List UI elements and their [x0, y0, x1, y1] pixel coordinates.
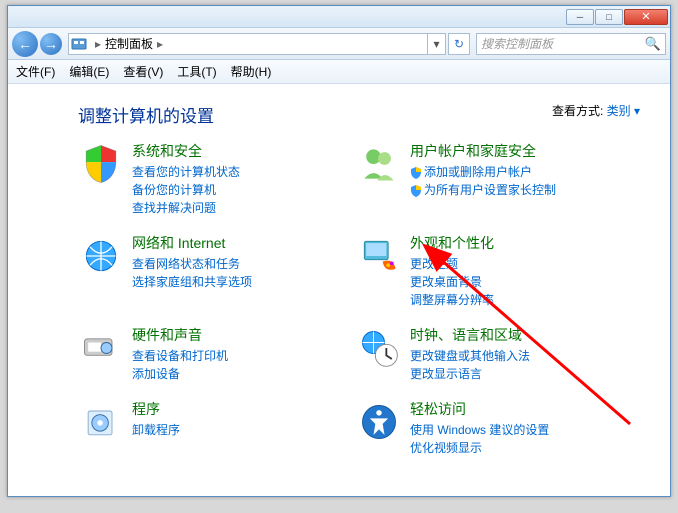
programs-icon — [78, 399, 124, 445]
breadcrumb-sep: ▸ — [91, 37, 105, 51]
category-link[interactable]: 更改主题 — [410, 255, 494, 273]
titlebar: ─ □ ✕ — [8, 6, 670, 28]
category-link[interactable]: 备份您的计算机 — [132, 181, 240, 199]
category-link[interactable]: 卸载程序 — [132, 421, 180, 439]
menubar: 文件(F) 编辑(E) 查看(V) 工具(T) 帮助(H) — [8, 60, 670, 84]
category-link[interactable]: 添加设备 — [132, 365, 228, 383]
category-link[interactable]: 优化视频显示 — [410, 439, 549, 457]
ease-icon — [356, 399, 402, 445]
category-link[interactable]: 查看网络状态和任务 — [132, 255, 252, 273]
network-icon — [78, 233, 124, 279]
category-title[interactable]: 外观和个性化 — [410, 233, 494, 253]
category-title[interactable]: 时钟、语言和区域 — [410, 325, 530, 345]
breadcrumb-location: 控制面板 — [105, 35, 153, 52]
minimize-button[interactable]: ─ — [566, 9, 594, 25]
category-link[interactable]: 查看您的计算机状态 — [132, 163, 240, 181]
search-input[interactable] — [481, 37, 645, 51]
category-link[interactable]: 为所有用户设置家长控制 — [410, 181, 556, 199]
back-button[interactable]: ← — [12, 31, 38, 57]
category-clock: 时钟、语言和区域 更改键盘或其他输入法 更改显示语言 — [356, 325, 616, 383]
category-link[interactable]: 调整屏幕分辨率 — [410, 291, 494, 309]
category-link[interactable]: 更改显示语言 — [410, 365, 530, 383]
navbar: ← → ▸ 控制面板 ▸ ▾ ↻ 🔍 — [8, 28, 670, 60]
shield-icon — [410, 184, 422, 196]
category-title[interactable]: 系统和安全 — [132, 141, 240, 161]
category-grid: 系统和安全 查看您的计算机状态 备份您的计算机 查找并解决问题 用户帐户和家庭安… — [78, 141, 640, 465]
category-title[interactable]: 用户帐户和家庭安全 — [410, 141, 556, 161]
category-user-accounts: 用户帐户和家庭安全 添加或删除用户帐户 为所有用户设置家长控制 — [356, 141, 616, 217]
category-link[interactable]: 查找并解决问题 — [132, 199, 240, 217]
content-area: 调整计算机的设置 查看方式: 类别 ▾ 系统和安全 查看您的计算机状态 备份您的… — [8, 84, 670, 496]
breadcrumb[interactable]: ▸ 控制面板 ▸ — [68, 33, 428, 55]
clock-icon — [356, 325, 402, 371]
category-link[interactable]: 选择家庭组和共享选项 — [132, 273, 252, 291]
category-link[interactable]: 添加或删除用户帐户 — [410, 163, 556, 181]
menu-file[interactable]: 文件(F) — [16, 63, 55, 80]
category-title[interactable]: 轻松访问 — [410, 399, 549, 419]
menu-help[interactable]: 帮助(H) — [231, 63, 272, 80]
menu-view[interactable]: 查看(V) — [123, 63, 163, 80]
forward-button[interactable]: → — [40, 33, 62, 55]
viewby-label: 查看方式: — [552, 104, 603, 118]
category-link[interactable]: 更改桌面背景 — [410, 273, 494, 291]
category-title[interactable]: 硬件和声音 — [132, 325, 228, 345]
category-link[interactable]: 查看设备和打印机 — [132, 347, 228, 365]
refresh-button[interactable]: ↻ — [448, 33, 470, 55]
user-accounts-icon — [356, 141, 402, 187]
category-appearance: 外观和个性化 更改主题 更改桌面背景 调整屏幕分辨率 — [356, 233, 616, 309]
category-system-security: 系统和安全 查看您的计算机状态 备份您的计算机 查找并解决问题 — [78, 141, 338, 217]
close-button[interactable]: ✕ — [624, 9, 668, 25]
control-panel-window: ─ □ ✕ ← → ▸ 控制面板 ▸ ▾ ↻ 🔍 文件(F) 编辑(E) 查看(… — [7, 5, 671, 497]
menu-tools[interactable]: 工具(T) — [177, 63, 216, 80]
control-panel-icon — [71, 36, 87, 52]
search-icon[interactable]: 🔍 — [645, 36, 661, 52]
maximize-button[interactable]: □ — [595, 9, 623, 25]
searchbox[interactable]: 🔍 — [476, 33, 666, 55]
system-security-icon — [78, 141, 124, 187]
category-title[interactable]: 程序 — [132, 399, 180, 419]
shield-icon — [410, 166, 422, 178]
breadcrumb-sep2: ▸ — [153, 37, 167, 51]
appearance-icon — [356, 233, 402, 279]
breadcrumb-dropdown[interactable]: ▾ — [428, 33, 446, 55]
category-ease: 轻松访问 使用 Windows 建议的设置 优化视频显示 — [356, 399, 616, 457]
menu-edit[interactable]: 编辑(E) — [69, 63, 109, 80]
category-programs: 程序 卸载程序 — [78, 399, 338, 457]
category-title[interactable]: 网络和 Internet — [132, 233, 252, 253]
category-link[interactable]: 更改键盘或其他输入法 — [410, 347, 530, 365]
view-by: 查看方式: 类别 ▾ — [552, 102, 640, 119]
hardware-icon — [78, 325, 124, 371]
category-hardware: 硬件和声音 查看设备和打印机 添加设备 — [78, 325, 338, 383]
category-link[interactable]: 使用 Windows 建议的设置 — [410, 421, 549, 439]
category-network: 网络和 Internet 查看网络状态和任务 选择家庭组和共享选项 — [78, 233, 338, 309]
viewby-value[interactable]: 类别 ▾ — [607, 104, 640, 118]
